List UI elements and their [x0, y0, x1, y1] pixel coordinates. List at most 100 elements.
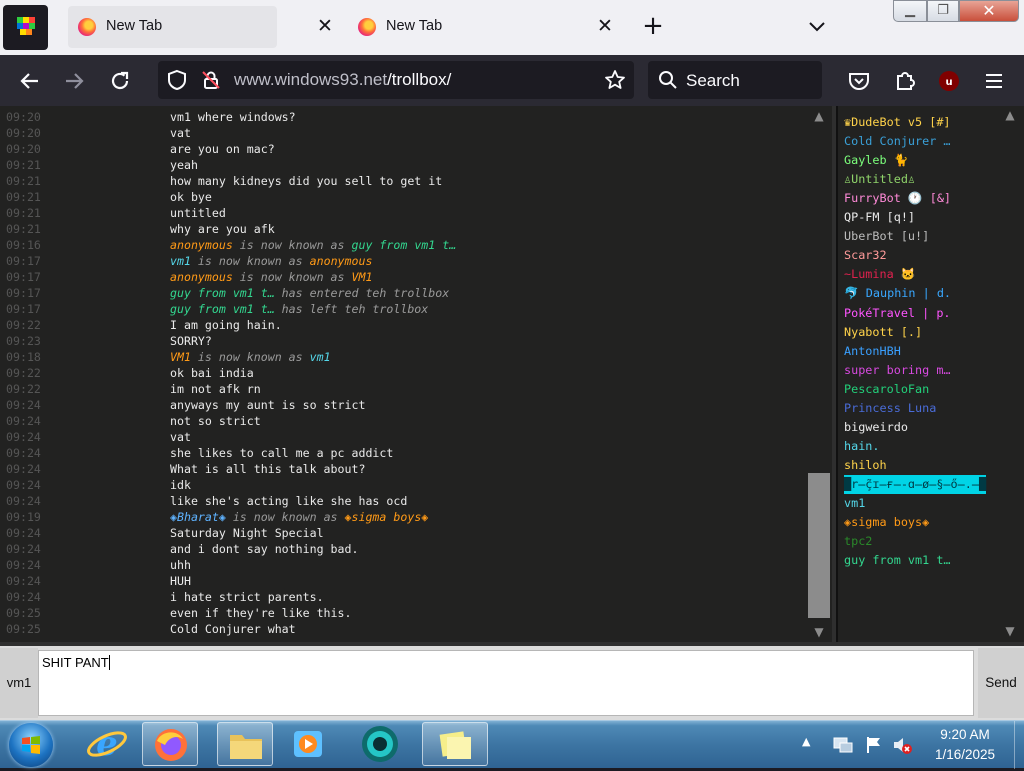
message-time: 09:24 — [6, 478, 41, 492]
user-list-item[interactable]: PokéTravel | p. — [844, 304, 951, 323]
maximize-icon[interactable]: ❐ — [927, 0, 959, 22]
user-list-item[interactable]: UberBot [u!] — [844, 227, 929, 246]
shield-icon[interactable] — [166, 69, 188, 91]
close-window-icon[interactable]: ✕ — [959, 0, 1019, 22]
message-input-value: SHIT PANT — [42, 655, 109, 670]
media-player-icon[interactable] — [280, 722, 336, 766]
user-list-item[interactable]: vm1 — [844, 494, 865, 513]
user-list-scrollbar[interactable]: ▲ ▼ — [996, 106, 1024, 642]
text-caret — [108, 655, 110, 670]
user-list-item[interactable]: ~Lumina 🐱 — [844, 265, 916, 284]
scroll-up-icon[interactable]: ▲ — [811, 108, 827, 124]
chat-scrollbar[interactable]: ▲ ▼ — [806, 106, 832, 642]
list-all-tabs-icon[interactable] — [804, 15, 830, 39]
user-list-item[interactable]: 🐬 Dauphin | d. — [844, 284, 951, 303]
bookmark-star-icon[interactable] — [604, 69, 626, 91]
tab-1[interactable]: New Tab ✕ — [68, 6, 333, 48]
message-time: 09:21 — [6, 206, 41, 220]
tab-title: New Tab — [106, 18, 163, 34]
tab-2[interactable]: New Tab ✕ — [348, 6, 627, 48]
message-time: 09:24 — [6, 526, 41, 540]
message-text: ok bai india — [170, 366, 254, 380]
close-tab-icon[interactable]: ✕ — [313, 14, 337, 38]
user-list-item[interactable]: ◈sigma boys◈ — [844, 513, 929, 532]
action-center-flag-icon[interactable] — [864, 735, 884, 755]
scroll-up-icon[interactable]: ▲ — [1002, 108, 1018, 124]
message-text: Saturday Night Special — [170, 526, 324, 540]
new-tab-button[interactable]: + — [640, 13, 666, 40]
clock-date: 1/16/2025 — [934, 747, 996, 762]
user-list-item[interactable]: hain. — [844, 437, 880, 456]
windows-logo-icon — [22, 736, 40, 754]
ublock-origin-icon[interactable]: u — [935, 67, 963, 95]
volume-muted-icon[interactable] — [892, 735, 914, 755]
message-text: What is all this talk about? — [170, 462, 366, 476]
system-message-part: is now known as — [225, 510, 345, 524]
message-text: ok bye — [170, 190, 212, 204]
user-list-item[interactable]: █r̶ç̃ɪ̶ғ̶-ɑ̶ø̶§̶ő̶.̶█ — [844, 474, 987, 494]
user-list-item[interactable]: Gayleb 🐈 — [844, 151, 908, 170]
system-message-part: is now known as — [190, 350, 310, 364]
user-list-item[interactable]: Princess Luna — [844, 399, 936, 418]
message-text: vm1 where windows? — [170, 110, 296, 124]
user-list-item[interactable]: super boring m… — [844, 361, 951, 380]
message-time: 09:20 — [6, 110, 41, 124]
network-icon[interactable] — [832, 735, 854, 755]
back-arrow-icon[interactable] — [16, 67, 44, 95]
extensions-puzzle-icon[interactable] — [891, 67, 919, 95]
svg-text:u: u — [945, 77, 952, 88]
show-desktop-button[interactable] — [1014, 721, 1024, 769]
message-time: 09:22 — [6, 366, 41, 380]
file-explorer-icon[interactable] — [217, 722, 273, 766]
reload-icon[interactable] — [106, 67, 134, 95]
user-list-item[interactable]: PescaroloFan — [844, 380, 929, 399]
url-text[interactable]: www.windows93.net/trollbox/ — [234, 70, 451, 90]
message-text: Cold Conjurer what — [170, 622, 296, 636]
message-time: 09:24 — [6, 590, 41, 604]
user-list-item[interactable]: AntonHBH — [844, 342, 901, 361]
address-bar[interactable]: www.windows93.net/trollbox/ — [158, 61, 634, 99]
nickname-button[interactable]: vm1 — [0, 648, 38, 718]
close-tab-icon[interactable]: ✕ — [593, 14, 617, 38]
show-hidden-icons-icon[interactable]: ▲ — [802, 735, 818, 751]
user-list-item[interactable]: Scar32 — [844, 246, 887, 265]
search-icon — [658, 70, 678, 90]
user-list-item[interactable]: Cold Conjurer … — [844, 132, 951, 151]
message-text: yeah — [170, 158, 198, 172]
message-text: uhh — [170, 558, 191, 572]
user-list-item[interactable]: tpc2 — [844, 532, 872, 551]
start-button[interactable] — [9, 723, 53, 767]
message-time: 09:17 — [6, 270, 41, 284]
user-list-item[interactable]: QP-FM [q!] — [844, 208, 915, 227]
minimize-icon[interactable]: ▁ — [893, 0, 927, 22]
insecure-lock-icon[interactable] — [200, 69, 222, 91]
user-list-item[interactable]: ♛DudeBot v5 [#] — [844, 113, 951, 132]
pocket-icon[interactable] — [845, 67, 873, 95]
hamburger-menu-icon[interactable] — [980, 67, 1008, 95]
search-bar[interactable]: Search — [648, 61, 822, 99]
forward-arrow-icon[interactable] — [60, 67, 88, 95]
user-list-item[interactable]: ♙Untitled♙ — [844, 170, 915, 189]
message-text: anyways my aunt is so strict — [170, 398, 366, 412]
send-button[interactable]: Send — [978, 648, 1024, 718]
scroll-down-icon[interactable]: ▼ — [811, 624, 827, 640]
firefox-icon[interactable] — [142, 722, 198, 766]
internet-explorer-icon[interactable]: e — [82, 722, 132, 766]
message-text: how many kidneys did you sell to get it — [170, 174, 443, 188]
scroll-down-icon[interactable]: ▼ — [1002, 624, 1018, 640]
system-clock[interactable]: 9:20 AM 1/16/2025 — [922, 725, 1008, 765]
app-icon[interactable] — [3, 5, 48, 50]
user-list-item[interactable]: shiloh — [844, 456, 887, 475]
message-time: 09:24 — [6, 494, 41, 508]
user-list-item[interactable]: guy from vm1 t… — [844, 551, 951, 570]
user-list-item[interactable]: FurryBot 🕐 [&] — [844, 189, 951, 208]
window-controls: ▁ ❐ ✕ — [893, 0, 1019, 22]
app-icon-pixel — [26, 29, 32, 35]
user-list-item[interactable]: Nyabott [.] — [844, 323, 922, 342]
message-input[interactable]: SHIT PANT — [38, 650, 974, 716]
sticky-notes-icon[interactable] — [422, 722, 488, 766]
chat-log[interactable]: 09:20 ◈Bharat◈ vm1 where windows? 09:20 anon… — [0, 106, 832, 642]
user-list-item[interactable]: bigweirdo — [844, 418, 908, 437]
chromium-icon[interactable] — [350, 722, 410, 766]
scrollbar-thumb[interactable] — [808, 473, 830, 618]
